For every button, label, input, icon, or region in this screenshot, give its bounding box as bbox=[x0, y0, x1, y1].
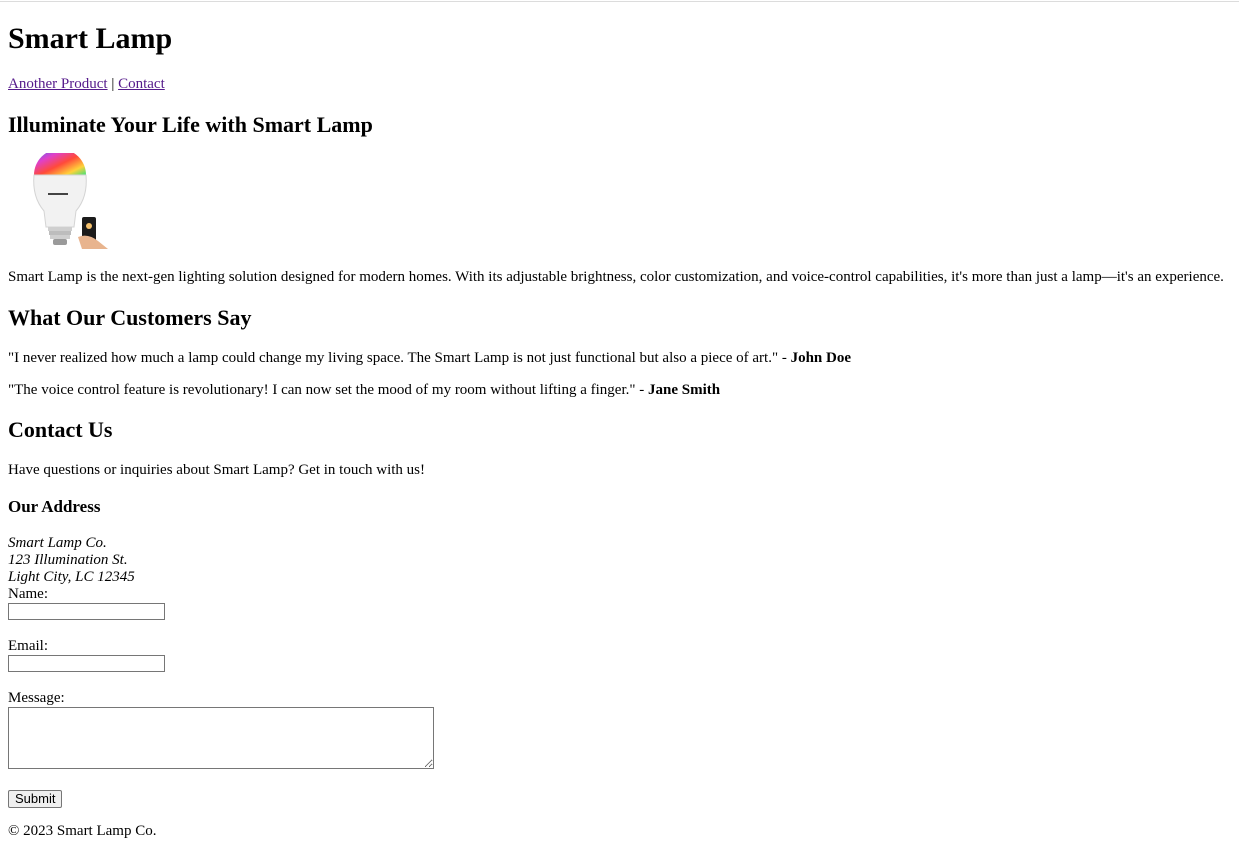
nav-link-another-product[interactable]: Another Product bbox=[8, 76, 108, 92]
testimonial-author: John Doe bbox=[790, 350, 852, 366]
product-description: Smart Lamp is the next-gen lighting solu… bbox=[8, 269, 1224, 285]
message-textarea[interactable] bbox=[8, 707, 434, 769]
testimonial-1: "I never realized how much a lamp could … bbox=[8, 349, 851, 367]
product-heading: Illuminate Your Life with Smart Lamp bbox=[8, 112, 373, 137]
nav-link-contact[interactable]: Contact bbox=[118, 76, 165, 92]
submit-button[interactable]: Submit bbox=[8, 790, 63, 808]
top-nav: Another Product | Contact bbox=[8, 75, 165, 93]
testimonial-quote: "I never realized how much a lamp could … bbox=[8, 350, 791, 366]
name-label: Name: bbox=[8, 586, 48, 602]
nav-separator: | bbox=[107, 76, 119, 92]
testimonial-author: Jane Smith bbox=[648, 382, 721, 398]
page-title: Smart Lamp bbox=[8, 22, 173, 55]
message-label: Message: bbox=[8, 690, 65, 706]
footer-copyright: © 2023 Smart Lamp Co. bbox=[8, 823, 157, 839]
smart-bulb-image-icon bbox=[18, 149, 118, 253]
address-line: Smart Lamp Co. bbox=[8, 535, 107, 551]
testimonials-heading: What Our Customers Say bbox=[8, 305, 252, 330]
email-label: Email: bbox=[8, 638, 48, 654]
address-line: Light City, LC 12345 bbox=[8, 569, 135, 585]
address-block: Smart Lamp Co. 123 Illumination St. Ligh… bbox=[8, 535, 135, 586]
name-input[interactable] bbox=[8, 603, 165, 620]
testimonial-2: "The voice control feature is revolution… bbox=[8, 381, 720, 399]
testimonial-quote: "The voice control feature is revolution… bbox=[8, 382, 648, 398]
contact-intro: Have questions or inquiries about Smart … bbox=[8, 462, 426, 478]
address-line: 123 Illumination St. bbox=[8, 552, 128, 568]
email-input[interactable] bbox=[8, 655, 165, 672]
address-heading: Our Address bbox=[8, 497, 101, 516]
top-divider bbox=[0, 1, 1239, 2]
contact-heading: Contact Us bbox=[8, 417, 113, 442]
